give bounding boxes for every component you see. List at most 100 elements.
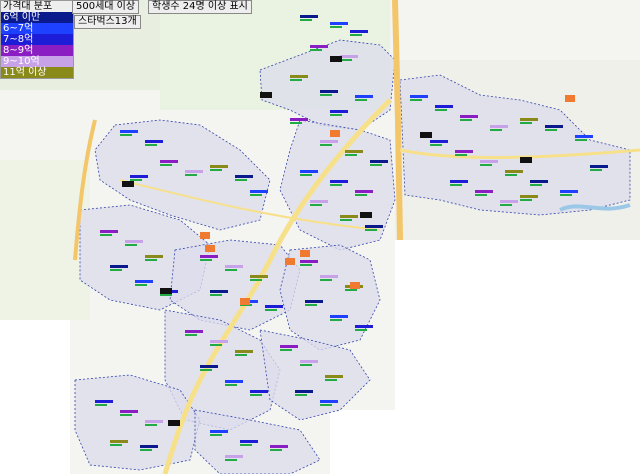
school-marker[interactable]: [345, 289, 357, 291]
apartment-price-marker[interactable]: [320, 90, 338, 93]
apartment-price-marker[interactable]: [575, 135, 593, 138]
apartment-price-marker[interactable]: [145, 420, 163, 423]
apartment-price-marker[interactable]: [140, 445, 158, 448]
apartment-price-marker[interactable]: [455, 150, 473, 153]
apartment-price-marker[interactable]: [320, 140, 338, 143]
station-marker[interactable]: [160, 288, 172, 294]
station-marker[interactable]: [520, 157, 532, 163]
school-marker[interactable]: [125, 244, 137, 246]
apartment-price-marker[interactable]: [505, 170, 523, 173]
school-marker[interactable]: [455, 154, 467, 156]
apartment-price-marker[interactable]: [235, 175, 253, 178]
school-marker[interactable]: [300, 364, 312, 366]
legend-item-7-8[interactable]: 7~8억: [1, 34, 73, 45]
apartment-price-marker[interactable]: [355, 95, 373, 98]
apartment-price-marker[interactable]: [95, 400, 113, 403]
school-marker[interactable]: [490, 129, 502, 131]
school-marker[interactable]: [160, 164, 172, 166]
school-marker[interactable]: [355, 329, 367, 331]
school-marker[interactable]: [110, 444, 122, 446]
apartment-price-marker[interactable]: [145, 140, 163, 143]
school-marker[interactable]: [210, 169, 222, 171]
apartment-price-marker[interactable]: [370, 160, 388, 163]
legend-item-over-11[interactable]: 11억 이상: [1, 67, 73, 78]
students-filter-button[interactable]: 학생수 24명 이상 표시: [148, 0, 252, 14]
school-marker[interactable]: [235, 179, 247, 181]
apartment-price-marker[interactable]: [270, 445, 288, 448]
apartment-price-marker[interactable]: [125, 240, 143, 243]
starbucks-marker[interactable]: [330, 130, 340, 137]
school-marker[interactable]: [330, 26, 342, 28]
apartment-price-marker[interactable]: [520, 118, 538, 121]
school-marker[interactable]: [355, 194, 367, 196]
apartment-price-marker[interactable]: [185, 170, 203, 173]
school-marker[interactable]: [325, 379, 337, 381]
apartment-price-marker[interactable]: [500, 200, 518, 203]
school-marker[interactable]: [520, 122, 532, 124]
apartment-price-marker[interactable]: [145, 255, 163, 258]
apartment-price-marker[interactable]: [240, 440, 258, 443]
school-marker[interactable]: [575, 139, 587, 141]
school-marker[interactable]: [240, 444, 252, 446]
apartment-price-marker[interactable]: [100, 230, 118, 233]
school-marker[interactable]: [300, 174, 312, 176]
school-marker[interactable]: [300, 264, 312, 266]
school-marker[interactable]: [300, 19, 312, 21]
school-marker[interactable]: [370, 164, 382, 166]
legend-item-8-9[interactable]: 8~9억: [1, 45, 73, 56]
map-canvas[interactable]: [0, 0, 640, 474]
apartment-price-marker[interactable]: [345, 150, 363, 153]
school-marker[interactable]: [305, 304, 317, 306]
apartment-price-marker[interactable]: [250, 275, 268, 278]
apartment-price-marker[interactable]: [225, 455, 243, 458]
legend-item-under-6[interactable]: 6억 이만: [1, 12, 73, 23]
apartment-price-marker[interactable]: [300, 360, 318, 363]
school-marker[interactable]: [410, 99, 422, 101]
apartment-price-marker[interactable]: [330, 22, 348, 25]
apartment-price-marker[interactable]: [545, 125, 563, 128]
apartment-price-marker[interactable]: [265, 305, 283, 308]
station-marker[interactable]: [360, 212, 372, 218]
apartment-price-marker[interactable]: [300, 170, 318, 173]
apartment-price-marker[interactable]: [310, 200, 328, 203]
apartment-price-marker[interactable]: [110, 265, 128, 268]
apartment-price-marker[interactable]: [200, 365, 218, 368]
apartment-price-marker[interactable]: [250, 190, 268, 193]
apartment-price-marker[interactable]: [210, 165, 228, 168]
legend-item-6-7[interactable]: 6~7억: [1, 23, 73, 34]
apartment-price-marker[interactable]: [130, 175, 148, 178]
apartment-price-marker[interactable]: [225, 265, 243, 268]
households-filter-button[interactable]: 500세대 이상: [72, 0, 140, 14]
starbucks-marker[interactable]: [285, 258, 295, 265]
apartment-price-marker[interactable]: [225, 380, 243, 383]
apartment-price-marker[interactable]: [340, 215, 358, 218]
station-marker[interactable]: [260, 92, 272, 98]
apartment-price-marker[interactable]: [460, 115, 478, 118]
apartment-price-marker[interactable]: [410, 95, 428, 98]
apartment-price-marker[interactable]: [310, 45, 328, 48]
apartment-price-marker[interactable]: [365, 225, 383, 228]
starbucks-marker[interactable]: [565, 95, 575, 102]
apartment-price-marker[interactable]: [235, 350, 253, 353]
apartment-price-marker[interactable]: [330, 180, 348, 183]
school-marker[interactable]: [355, 99, 367, 101]
station-marker[interactable]: [122, 181, 134, 187]
school-marker[interactable]: [345, 154, 357, 156]
apartment-price-marker[interactable]: [355, 325, 373, 328]
school-marker[interactable]: [590, 169, 602, 171]
school-marker[interactable]: [310, 49, 322, 51]
apartment-price-marker[interactable]: [280, 345, 298, 348]
school-marker[interactable]: [100, 234, 112, 236]
apartment-price-marker[interactable]: [530, 180, 548, 183]
starbucks-marker[interactable]: [240, 298, 250, 305]
apartment-price-marker[interactable]: [135, 280, 153, 283]
school-marker[interactable]: [365, 229, 377, 231]
station-marker[interactable]: [168, 420, 180, 426]
apartment-price-marker[interactable]: [590, 165, 608, 168]
school-marker[interactable]: [330, 319, 342, 321]
school-marker[interactable]: [250, 279, 262, 281]
school-marker[interactable]: [320, 144, 332, 146]
apartment-price-marker[interactable]: [350, 30, 368, 33]
apartment-price-marker[interactable]: [340, 55, 358, 58]
starbucks-marker[interactable]: [300, 250, 310, 257]
